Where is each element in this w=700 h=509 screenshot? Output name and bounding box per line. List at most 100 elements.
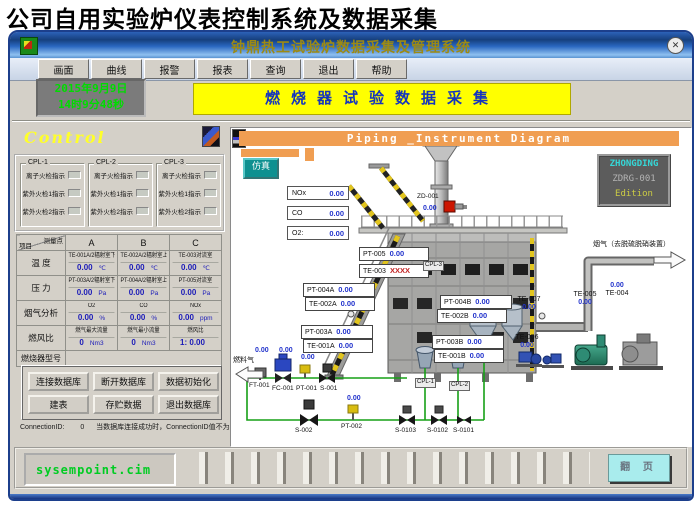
app-window: 钟鼎热工试验炉数据采集及管理系统 ✕ 画面 曲线 报警 报表 查询 退出 帮助 … xyxy=(8,30,694,501)
tag-label: PT-004A xyxy=(307,287,334,294)
tag-te-006: TE-0060.00 xyxy=(509,334,545,351)
tag-value: 0.00 xyxy=(470,352,485,360)
tag-pt-005: PT-005 0.00 xyxy=(359,247,429,261)
tag-value: XXXX xyxy=(390,267,410,275)
table-corner: 测量点 项目 xyxy=(17,235,66,251)
menu-tab-help[interactable]: 帮助 xyxy=(356,59,407,79)
row-label-burner-model: 燃烧器型号 xyxy=(17,351,66,367)
brand-model: ZDRG-001 xyxy=(600,172,668,187)
close-button[interactable]: ✕ xyxy=(667,37,684,54)
cell-value: 1: 0.00 xyxy=(180,338,205,347)
flame-indicator-label: 紫外火检1指示 xyxy=(22,188,65,198)
device-label-ft-001: FT-001 xyxy=(249,383,270,390)
cell-name: NOx xyxy=(173,301,219,313)
row-label-ratio: 燃风比 xyxy=(17,326,66,351)
flame-indicator-label: 紫外火检2指示 xyxy=(158,206,201,216)
tag-label: TE-004 xyxy=(599,290,635,298)
exit-db-button[interactable]: 退出数据库 xyxy=(158,395,219,414)
tag-te-002b: TE-002B0.00 xyxy=(437,309,507,323)
flame-indicator-label: 紫外火检1指示 xyxy=(90,188,133,198)
tag-value: 0.00 xyxy=(336,328,351,336)
cell-value: 0 xyxy=(131,338,135,347)
table-row: 温 度 TE-001A/2辐射室下0.00℃ TE-002A/2辐射室上0.00… xyxy=(17,251,222,276)
device-label-pt-002: PT-002 xyxy=(341,424,362,431)
col-header-a: A xyxy=(66,235,118,251)
measurement-table: 测量点 项目 A B C 温 度 TE-001A/2辐射室下0.00℃ TE-0… xyxy=(16,234,222,367)
table-row: 压 力 PT-003A/2辐射室下0.00Pa PT-004A/2辐射室上0.0… xyxy=(17,276,222,301)
flame-indicator-label: 紫外火检2指示 xyxy=(90,206,133,216)
cell-value: 0.00 xyxy=(78,313,94,322)
orange-square xyxy=(305,148,314,161)
table-row: 燃风比 燃气最大流量0Nm3 燃气最小流量0Nm3 燃风比1: 0.00 xyxy=(17,326,222,351)
tag-label: TE-006 xyxy=(509,334,545,342)
tag-te-001b: TE-001B 0.00 xyxy=(434,349,504,363)
cell-name: PT-004A/2辐射室上 xyxy=(121,276,167,288)
tag-pt-004a: PT-004A0.00 xyxy=(303,283,375,297)
cell-value: 0.00 xyxy=(129,263,145,272)
page-turn-button[interactable]: 翻 页 xyxy=(608,454,670,482)
table-cell: 燃风比1: 0.00 xyxy=(170,326,222,351)
cell-name: 燃气最大流量 xyxy=(69,326,115,338)
row-label-temperature: 温 度 xyxy=(17,251,66,276)
tag-label: TE-001A xyxy=(307,343,335,350)
cell-value: 0.00 xyxy=(77,288,93,297)
flame-indicator-lamp xyxy=(136,189,149,197)
create-table-button[interactable]: 建表 xyxy=(28,395,89,414)
db-button-panel: 连接数据库 断开数据库 数据初始化 建表 存贮数据 退出数据库 xyxy=(22,366,222,420)
burner-model-cell xyxy=(66,351,222,367)
tag-zd-001-label: ZD-001 xyxy=(417,194,439,201)
data-init-button[interactable]: 数据初始化 xyxy=(158,372,219,391)
divider xyxy=(12,120,690,122)
cell-name: TE-002A/2辐射室上 xyxy=(121,251,167,263)
tag-value: 0.00 xyxy=(390,250,405,258)
cell-name: 燃风比 xyxy=(173,326,219,338)
cpl-group-1: CPL-1 离子火检指示 紫外火检1指示 紫外火检2指示 xyxy=(20,163,85,227)
device-label-fc-001: FC-001 xyxy=(272,386,294,393)
device-value: 0.00 xyxy=(301,354,315,361)
cell-unit: Nm3 xyxy=(90,340,104,347)
tag-label: PT-004B xyxy=(444,299,471,306)
brand-edition: Edition xyxy=(600,187,668,202)
tag-cpl-3: CPL-3 xyxy=(423,261,444,271)
table-cell: 燃气最大流量0Nm3 xyxy=(66,326,118,351)
menu-tab-report[interactable]: 报表 xyxy=(197,59,248,79)
control-icon xyxy=(202,126,220,147)
store-data-button[interactable]: 存贮数据 xyxy=(93,395,154,414)
flame-indicator-lamp xyxy=(136,171,149,179)
flame-indicator-lamp xyxy=(204,171,217,179)
tag-te-005: TE-0050.00 xyxy=(567,291,603,308)
tag-value: 0.00 xyxy=(567,299,603,307)
device-label-s-0102: S-0102 xyxy=(427,428,448,435)
tag-label: TE-002B xyxy=(441,313,469,320)
window-titlebar[interactable]: 钟鼎热工试验炉数据采集及管理系统 ✕ xyxy=(10,32,692,58)
screen: 公司自用实验炉仪表控制系统及数据采集 钟鼎热工试验炉数据采集及管理系统 ✕ 画面… xyxy=(0,0,700,509)
simulate-button[interactable]: 仿真 xyxy=(243,158,279,179)
tag-te-003: TE-003XXXX xyxy=(359,264,429,278)
flame-indicator-lamp xyxy=(204,207,217,215)
brand-badge: ZHONGDING ZDRG-001 Edition xyxy=(597,154,671,207)
cell-unit: Nm3 xyxy=(142,340,156,347)
current-file-name: sysempoint.cim xyxy=(36,463,151,477)
gas-readout-co: CO0.00 xyxy=(287,206,349,220)
tag-pt-004b: PT-004B0.00 xyxy=(440,295,512,309)
menu-tab-exit[interactable]: 退出 xyxy=(303,59,354,79)
cell-value: 0.00 xyxy=(181,263,197,272)
connection-id-label: ConnectionID: xyxy=(20,424,64,431)
tag-label: PT-005 xyxy=(363,251,386,258)
tag-te-001a: TE-001A0.00 xyxy=(303,339,373,353)
menu-tab-query[interactable]: 查询 xyxy=(250,59,301,79)
menu-tab-alarm[interactable]: 报警 xyxy=(144,59,195,79)
tag-label: TE-001B xyxy=(438,353,466,360)
fuel-gas-inlet-label: 燃料气 xyxy=(233,355,254,365)
cpl-group-3: CPL-3 离子火检指示 紫外火检1指示 紫外火检2指示 xyxy=(156,163,221,227)
table-cell: TE-001A/2辐射室下0.00℃ xyxy=(66,251,118,276)
cell-unit: Pa xyxy=(150,290,158,297)
cpl-group-2-legend: CPL-2 xyxy=(94,159,118,166)
table-cell: PT-003A/2辐射室下0.00Pa xyxy=(66,276,118,301)
connect-db-button[interactable]: 连接数据库 xyxy=(28,372,89,391)
menu-tab-curve[interactable]: 曲线 xyxy=(91,59,142,79)
brand-name: ZHONGDING xyxy=(600,157,668,172)
menu-tab-view[interactable]: 画面 xyxy=(38,59,89,79)
table-cell: O20.00% xyxy=(66,301,118,326)
disconnect-db-button[interactable]: 断开数据库 xyxy=(93,372,154,391)
